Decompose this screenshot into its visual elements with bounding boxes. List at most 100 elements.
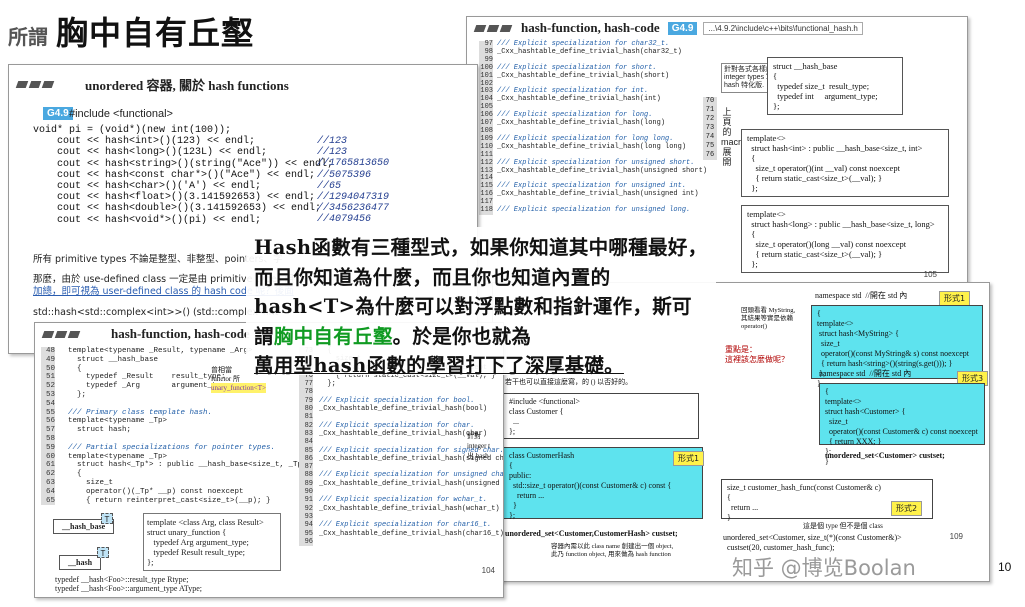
form-badge-2: 形式2 xyxy=(891,501,923,516)
code-line: /// Explicit specialization for wchar_t. xyxy=(319,496,488,505)
line-number: 71 xyxy=(705,106,715,114)
line-number: 81 xyxy=(304,413,313,422)
mystring-note: 回頭看看 MyString, 其結果等實是依賴 operator() xyxy=(741,307,796,330)
line-number: 82 xyxy=(304,421,313,430)
bars-icon xyxy=(41,330,81,338)
typedef-rtype: typedef __hash<Foo>::result_type Rtype; xyxy=(55,575,189,584)
code-comment: //3456236477 xyxy=(317,203,390,215)
function-object-note: 容器內需以此 class name 創建出一個 object, 此乃 funct… xyxy=(551,543,674,558)
code-line: /// Explicit specialization for unsigned… xyxy=(497,206,691,215)
line-number: 73 xyxy=(705,124,715,132)
code-line: _Cxx_hashtable_define_trivial_hash(wchar… xyxy=(319,504,500,513)
slide-title: hash-function, hash-code xyxy=(521,20,660,35)
code-line: cout << hash<long>()(123L) << endl; xyxy=(33,147,268,159)
summary-text: Hash函數有三種型式，如果你知道其中哪種最好，而且你知道為什麼，而且你也知道內… xyxy=(254,233,708,381)
hash-int-box: template<> struct hash<int> : public __h… xyxy=(741,129,949,197)
line-number: 91 xyxy=(304,496,313,505)
macro-label: 上頁的 macro 展開 xyxy=(721,107,747,167)
line-number: 54 xyxy=(45,399,55,408)
mini-line-numbers: 70 71 72 73 74 75 76 xyxy=(703,97,717,160)
line-number: 48 xyxy=(45,347,55,355)
code-comment: //4079456 xyxy=(317,214,372,226)
code-line: void* pi = (void*)(new int(100)); xyxy=(33,125,232,136)
hash-mystring-box: { template<> struct hash<MyString> { siz… xyxy=(811,305,983,388)
code-line: { return reinterpret_cast<size_t>(__p); … xyxy=(59,496,271,505)
slide-title: hash-function, hash-code xyxy=(111,326,250,341)
file-path: ...\4.9.2\include\c++\bits\functional_ha… xyxy=(703,21,863,35)
code-line: _Cxx_hashtable_define_trivial_hash(long) xyxy=(497,119,666,128)
unary-function-label: unary_function<T> xyxy=(211,383,266,393)
include-line: #include <functional> xyxy=(69,108,173,120)
line-number: 92 xyxy=(304,504,313,513)
code-line: cout << hash<const char*>()("Ace") << en… xyxy=(33,169,316,181)
hash-base-box: struct __hash_base { typedef size_t resu… xyxy=(767,57,903,115)
line-number: 52 xyxy=(45,382,55,391)
namespace-label-1: namespace std //開在 std 內 xyxy=(815,291,908,300)
line-number: 77 xyxy=(304,380,313,389)
line-number: 84 xyxy=(304,438,313,447)
line-number: 96 xyxy=(304,537,313,546)
typedefs: typedef __hash<Foo>::result_type Rtype; … xyxy=(55,575,202,593)
customer-class-box: #include <functional> class Customer { .… xyxy=(503,393,699,439)
code-line: size_t xyxy=(59,478,114,487)
code-line: struct hash<_Tp*> : public __hash_base<s… xyxy=(59,461,312,470)
line-number: 94 xyxy=(304,521,313,530)
line-numbers: 48 49 50 51 52 53 54 55 56 57 58 59 60 61 62 63 64 65 xyxy=(41,347,55,506)
code-block: void* pi = (void*)(new int(100)); cout <… xyxy=(33,125,333,226)
namespace-label-3: namespace std //開在 std 內 xyxy=(819,369,912,378)
code-line: cout << hash<void*>()(pi) << endl; xyxy=(33,214,262,226)
line-numbers: 97 98 99 100 101 102 103 104 105 106 107 108 109 110 1… xyxy=(479,40,493,215)
code-line: _Cxx_hashtable_define_trivial_hash(long … xyxy=(497,142,687,151)
unary-function-box: template <class Arg, class Result> struc… xyxy=(143,513,281,571)
type-note: 這是個 type 但不是個 class xyxy=(803,522,883,530)
template-param-icon: T xyxy=(97,547,109,558)
line-number: 61 xyxy=(45,461,55,470)
line-number: 49 xyxy=(45,355,55,364)
code-line: }; xyxy=(59,390,87,399)
code-line: typedef _Arg argument_type; xyxy=(59,382,235,391)
bars-icon xyxy=(473,24,513,32)
code-line: _Cxx_hashtable_define_trivial_hash(unsig… xyxy=(497,166,708,175)
line-number: 87 xyxy=(304,463,313,472)
hash-long-box: template<> struct hash<long> : public __… xyxy=(741,205,949,273)
code-line: cout << hash<int>()(123) << endl; xyxy=(33,136,256,148)
summary-part-3: 萬用型hash函數的學習打下了深厚基礎。 xyxy=(254,354,624,377)
line-number: 57 xyxy=(45,426,55,435)
line-number: 93 xyxy=(304,512,313,521)
line-number: 90 xyxy=(304,488,313,497)
code-line: _Cxx_hashtable_define_trivial_hash(char1… xyxy=(319,529,504,538)
line-number: 65 xyxy=(45,496,55,505)
line-number: 72 xyxy=(705,115,715,123)
code-line: _Cxx_hashtable_define_trivial_hash(bool) xyxy=(319,405,488,414)
line-number: 75 xyxy=(705,142,715,150)
code-line: /// Explicit specialization for bool. xyxy=(319,396,475,405)
line-number: 56 xyxy=(45,417,55,426)
slide-page-number: 105 xyxy=(923,270,937,279)
form-badge-a: 形式1 xyxy=(673,451,705,466)
line-number: 95 xyxy=(304,529,313,538)
code-line: /// Explicit specialization for char. xyxy=(319,421,475,430)
line-number: 64 xyxy=(45,487,55,496)
slide-header: unordered 容器, 關於 hash functions xyxy=(9,73,477,95)
code-comment: //65 xyxy=(317,180,342,192)
code-line: /// Explicit specialization for unsigned… xyxy=(319,471,504,480)
code-line: _Cxx_hashtable_define_trivial_hash(int) xyxy=(497,95,661,104)
paragraph-4: std::hash<std::complex<int>>() (std::com… xyxy=(33,307,279,318)
code-line: template<typename _Tp> xyxy=(59,452,168,461)
watermark: 知乎 @博览Boolan xyxy=(732,556,916,580)
line-number: 79 xyxy=(304,396,313,405)
code-line: cout << hash<double>()(3.141592653) << e… xyxy=(33,203,322,215)
code-line: struct hash; xyxy=(59,426,132,435)
line-number: 74 xyxy=(705,133,715,141)
header-small: 所謂 xyxy=(8,25,48,49)
summary-text-box: Hash函數有三種型式，如果你知道其中哪種最好，而且你知道為什麼，而且你也知道內… xyxy=(246,227,716,377)
code-line: cout << hash<float>()(3.141592653) << en… xyxy=(33,192,316,204)
header-title: 胸中自有丘壑 xyxy=(56,14,255,52)
unordered-set-3: unordered_set<Customer> custset; xyxy=(825,451,945,460)
line-number: 83 xyxy=(304,429,313,438)
line-number: 80 xyxy=(304,405,313,414)
typedef-atype: typedef __hash<Foo>::argument_type AType… xyxy=(55,584,202,593)
